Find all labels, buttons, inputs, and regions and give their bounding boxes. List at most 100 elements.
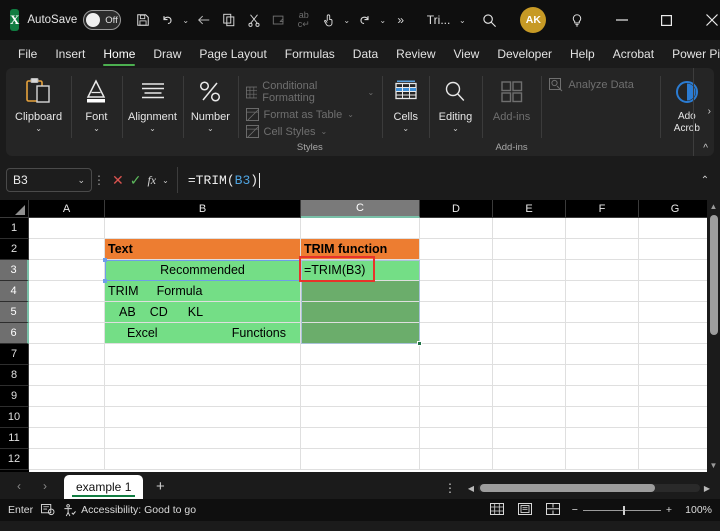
cell-b1[interactable]	[105, 218, 301, 239]
autosave-toggle[interactable]: Off	[83, 10, 121, 30]
save-icon[interactable]	[131, 7, 155, 33]
column-header-d[interactable]: D	[420, 200, 493, 218]
cell-b5[interactable]: AB CD KL	[105, 302, 301, 323]
cell-b2[interactable]: Text	[105, 239, 301, 260]
tab-page-layout[interactable]: Page Layout	[191, 44, 274, 65]
cell-a5[interactable]	[29, 302, 105, 323]
cell-e6[interactable]	[493, 323, 566, 344]
cell-g6[interactable]	[639, 323, 712, 344]
cell-d3[interactable]	[420, 260, 493, 281]
cell-b8[interactable]	[105, 365, 301, 386]
cell-d2[interactable]	[420, 239, 493, 260]
cell-c5[interactable]	[301, 302, 420, 323]
vertical-scroll-thumb[interactable]	[710, 215, 718, 335]
horizontal-scroll-thumb[interactable]	[480, 484, 655, 492]
more-commands-icon[interactable]: »	[389, 7, 413, 33]
cell-a10[interactable]	[29, 407, 105, 428]
cell-e3[interactable]	[493, 260, 566, 281]
record-macro-icon[interactable]	[41, 504, 55, 516]
document-title[interactable]: Tri... ⌄	[427, 13, 468, 27]
conditional-formatting-chevron-down-icon[interactable]: ⌄	[368, 88, 375, 97]
fill-handle[interactable]	[417, 341, 422, 346]
cell-d1[interactable]	[420, 218, 493, 239]
horizontal-scroll-track[interactable]	[478, 484, 700, 492]
editing-chevron-down-icon[interactable]: ⌄	[452, 124, 459, 133]
tab-power-pivot[interactable]: Power Pivot	[664, 44, 720, 65]
undo-chevron-down-icon[interactable]: ⌄	[181, 16, 191, 25]
tab-formulas[interactable]: Formulas	[277, 44, 343, 65]
accessibility-status[interactable]: Accessibility: Good to go	[63, 504, 196, 517]
reference-handle-bl[interactable]	[103, 279, 107, 283]
minimize-icon[interactable]	[599, 0, 644, 40]
previous-sheet-icon[interactable]: ‹	[6, 479, 32, 493]
ribbon-group-number[interactable]: Number ⌄	[183, 68, 237, 156]
cell-d5[interactable]	[420, 302, 493, 323]
avatar[interactable]: AK	[520, 7, 546, 33]
insert-function-icon[interactable]: fx	[147, 173, 156, 188]
enter-icon[interactable]: ✓	[130, 172, 142, 189]
formula-input[interactable]: =TRIM(B3)	[180, 167, 696, 193]
cell-g10[interactable]	[639, 407, 712, 428]
vertical-scrollbar[interactable]: ▲ ▼	[707, 200, 720, 472]
tab-insert[interactable]: Insert	[47, 44, 93, 65]
ribbon-group-cells[interactable]: Cells ⌄	[382, 68, 429, 156]
editing-button[interactable]: Editing ⌄	[429, 74, 481, 133]
cell-c12[interactable]	[301, 449, 420, 470]
tab-file[interactable]: File	[10, 44, 45, 65]
ribbon-group-editing[interactable]: Editing ⌄	[429, 68, 481, 156]
cell-g3[interactable]	[639, 260, 712, 281]
row-header-4[interactable]: 4	[0, 281, 29, 302]
row-header-1[interactable]: 1	[0, 218, 29, 239]
collapse-ribbon-icon[interactable]: ^	[703, 143, 708, 154]
row-header-8[interactable]: 8	[0, 365, 29, 386]
tab-developer[interactable]: Developer	[489, 44, 560, 65]
tab-view[interactable]: View	[446, 44, 488, 65]
font-button[interactable]: Font ⌄	[71, 74, 122, 133]
normal-view-icon[interactable]	[488, 503, 506, 518]
cell-a12[interactable]	[29, 449, 105, 470]
cell-c7[interactable]	[301, 344, 420, 365]
row-header-3[interactable]: 3	[0, 260, 29, 281]
scroll-down-icon[interactable]: ▼	[710, 459, 718, 472]
cell-c1[interactable]	[301, 218, 420, 239]
cell-e5[interactable]	[493, 302, 566, 323]
add-sheet-icon[interactable]: +	[143, 475, 177, 499]
cell-c2[interactable]: TRIM function	[301, 239, 420, 260]
redo-icon[interactable]	[353, 7, 377, 33]
tab-home[interactable]: Home	[95, 44, 143, 65]
cell-c11[interactable]	[301, 428, 420, 449]
ribbon-group-alignment[interactable]: Alignment ⌄	[122, 68, 184, 156]
cell-f6[interactable]	[566, 323, 639, 344]
adobe-acrobat-button[interactable]: Ado Acrob	[660, 74, 714, 134]
scroll-right-icon[interactable]: ▶	[700, 484, 714, 493]
tab-help[interactable]: Help	[562, 44, 603, 65]
cell-f7[interactable]	[566, 344, 639, 365]
cell-a2[interactable]	[29, 239, 105, 260]
clipboard-chevron-down-icon[interactable]: ⌄	[35, 124, 42, 133]
tab-draw[interactable]: Draw	[145, 44, 189, 65]
name-box[interactable]: B3 ⌄	[6, 168, 92, 192]
ribbon-group-addins[interactable]: Add-ins Add-ins	[482, 68, 542, 156]
cell-f3[interactable]	[566, 260, 639, 281]
cell-a6[interactable]	[29, 323, 105, 344]
reference-handle-tl[interactable]	[103, 258, 107, 262]
cancel-icon[interactable]: ✕	[112, 172, 124, 189]
cell-e9[interactable]	[493, 386, 566, 407]
cell-b12[interactable]	[105, 449, 301, 470]
cell-g1[interactable]	[639, 218, 712, 239]
cell-a3[interactable]	[29, 260, 105, 281]
column-header-a[interactable]: A	[29, 200, 105, 218]
select-all-corner[interactable]	[0, 200, 29, 218]
search-icon[interactable]	[467, 0, 511, 40]
close-icon[interactable]	[689, 0, 720, 40]
cell-d9[interactable]	[420, 386, 493, 407]
zoom-knob[interactable]	[623, 506, 625, 515]
column-header-e[interactable]: E	[493, 200, 566, 218]
cell-g9[interactable]	[639, 386, 712, 407]
scroll-up-icon[interactable]: ▲	[710, 200, 718, 213]
cell-c9[interactable]	[301, 386, 420, 407]
cell-c10[interactable]	[301, 407, 420, 428]
cell-c8[interactable]	[301, 365, 420, 386]
cell-f12[interactable]	[566, 449, 639, 470]
row-header-2[interactable]: 2	[0, 239, 29, 260]
